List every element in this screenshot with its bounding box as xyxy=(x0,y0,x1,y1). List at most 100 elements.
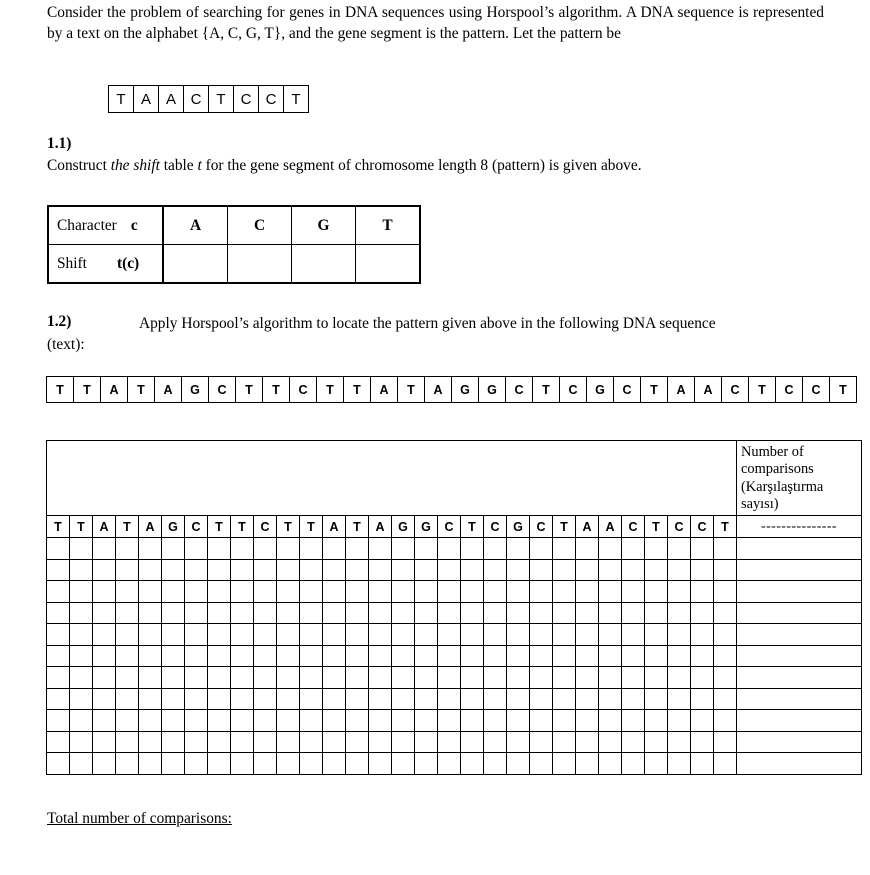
work-table-answer-cell[interactable] xyxy=(322,601,346,624)
work-table-answer-cell[interactable] xyxy=(184,730,208,753)
work-table-answer-cell[interactable] xyxy=(414,666,438,689)
work-table-answer-cell[interactable] xyxy=(667,644,691,667)
work-table-answer-cell[interactable] xyxy=(207,709,231,732)
comparisons-answer-cell[interactable] xyxy=(736,666,862,689)
work-table-answer-cell[interactable] xyxy=(598,687,622,710)
work-table-answer-cell[interactable] xyxy=(92,644,116,667)
work-table-answer-cell[interactable] xyxy=(345,558,369,581)
work-table-answer-cell[interactable] xyxy=(46,666,70,689)
work-table-answer-cell[interactable] xyxy=(253,709,277,732)
work-table-answer-cell[interactable] xyxy=(713,752,737,775)
work-table-answer-cell[interactable] xyxy=(46,644,70,667)
work-table-answer-cell[interactable] xyxy=(575,644,599,667)
work-table-answer-cell[interactable] xyxy=(322,687,346,710)
work-table-answer-cell[interactable] xyxy=(138,623,162,646)
work-table-answer-cell[interactable] xyxy=(92,623,116,646)
work-table-answer-cell[interactable] xyxy=(529,709,553,732)
work-table-answer-cell[interactable] xyxy=(161,537,185,560)
work-table-answer-cell[interactable] xyxy=(690,601,714,624)
work-table-answer-cell[interactable] xyxy=(506,558,530,581)
work-table-answer-cell[interactable] xyxy=(644,644,668,667)
work-table-answer-cell[interactable] xyxy=(299,580,323,603)
work-table-answer-cell[interactable] xyxy=(529,623,553,646)
work-table-answer-cell[interactable] xyxy=(506,730,530,753)
work-table-answer-cell[interactable] xyxy=(575,558,599,581)
work-table-answer-cell[interactable] xyxy=(460,601,484,624)
work-table-answer-cell[interactable] xyxy=(345,730,369,753)
work-table-answer-cell[interactable] xyxy=(253,730,277,753)
work-table-answer-cell[interactable] xyxy=(299,537,323,560)
work-table-answer-cell[interactable] xyxy=(276,666,300,689)
work-table-answer-cell[interactable] xyxy=(506,709,530,732)
work-table-answer-cell[interactable] xyxy=(667,580,691,603)
work-table-answer-cell[interactable] xyxy=(552,580,576,603)
work-table-answer-cell[interactable] xyxy=(184,623,208,646)
work-table-answer-cell[interactable] xyxy=(483,601,507,624)
work-table-answer-cell[interactable] xyxy=(575,601,599,624)
work-table-answer-cell[interactable] xyxy=(207,580,231,603)
work-table-answer-cell[interactable] xyxy=(345,644,369,667)
work-table-answer-cell[interactable] xyxy=(713,580,737,603)
work-table-answer-cell[interactable] xyxy=(483,644,507,667)
work-table-answer-cell[interactable] xyxy=(529,666,553,689)
work-table-answer-cell[interactable] xyxy=(46,580,70,603)
work-table-answer-cell[interactable] xyxy=(621,601,645,624)
work-table-answer-cell[interactable] xyxy=(575,687,599,710)
work-table-answer-cell[interactable] xyxy=(667,709,691,732)
work-table-answer-cell[interactable] xyxy=(552,644,576,667)
work-table-answer-cell[interactable] xyxy=(437,730,461,753)
work-table-answer-cell[interactable] xyxy=(46,601,70,624)
work-table-answer-cell[interactable] xyxy=(46,752,70,775)
work-table-answer-cell[interactable] xyxy=(552,558,576,581)
work-table-answer-cell[interactable] xyxy=(575,537,599,560)
work-table-answer-cell[interactable] xyxy=(69,537,93,560)
work-table-answer-cell[interactable] xyxy=(276,623,300,646)
work-table-answer-cell[interactable] xyxy=(483,537,507,560)
comparisons-answer-cell[interactable] xyxy=(736,709,862,732)
work-table-answer-cell[interactable] xyxy=(161,752,185,775)
work-table-answer-cell[interactable] xyxy=(276,709,300,732)
work-table-answer-cell[interactable] xyxy=(92,752,116,775)
work-table-answer-cell[interactable] xyxy=(207,752,231,775)
work-table-answer-cell[interactable] xyxy=(253,666,277,689)
work-table-answer-cell[interactable] xyxy=(253,752,277,775)
work-table-answer-cell[interactable] xyxy=(92,537,116,560)
work-table-answer-cell[interactable] xyxy=(483,580,507,603)
work-table-answer-cell[interactable] xyxy=(460,580,484,603)
comparisons-answer-cell[interactable] xyxy=(736,752,862,775)
work-table-answer-cell[interactable] xyxy=(161,730,185,753)
work-table-answer-cell[interactable] xyxy=(690,709,714,732)
work-table-answer-cell[interactable] xyxy=(460,558,484,581)
work-table-answer-cell[interactable] xyxy=(598,558,622,581)
work-table-answer-cell[interactable] xyxy=(345,580,369,603)
work-table-answer-cell[interactable] xyxy=(529,601,553,624)
work-table-answer-cell[interactable] xyxy=(115,709,139,732)
work-table-answer-cell[interactable] xyxy=(276,644,300,667)
work-table-answer-cell[interactable] xyxy=(529,537,553,560)
work-table-answer-cell[interactable] xyxy=(460,687,484,710)
work-table-answer-cell[interactable] xyxy=(575,580,599,603)
work-table-answer-cell[interactable] xyxy=(598,644,622,667)
work-table-answer-cell[interactable] xyxy=(138,537,162,560)
work-table-answer-cell[interactable] xyxy=(437,644,461,667)
work-table-answer-cell[interactable] xyxy=(322,644,346,667)
work-table-answer-cell[interactable] xyxy=(414,752,438,775)
work-table-answer-cell[interactable] xyxy=(506,687,530,710)
work-table-answer-cell[interactable] xyxy=(690,687,714,710)
work-table-answer-cell[interactable] xyxy=(598,580,622,603)
work-table-answer-cell[interactable] xyxy=(161,687,185,710)
work-table-answer-cell[interactable] xyxy=(368,558,392,581)
work-table-answer-cell[interactable] xyxy=(690,580,714,603)
work-table-answer-cell[interactable] xyxy=(644,580,668,603)
work-table-answer-cell[interactable] xyxy=(713,537,737,560)
work-table-answer-cell[interactable] xyxy=(391,730,415,753)
work-table-answer-cell[interactable] xyxy=(414,558,438,581)
work-table-answer-cell[interactable] xyxy=(299,730,323,753)
work-table-answer-cell[interactable] xyxy=(437,709,461,732)
work-table-answer-cell[interactable] xyxy=(391,558,415,581)
work-table-answer-cell[interactable] xyxy=(621,537,645,560)
work-table-answer-cell[interactable] xyxy=(414,644,438,667)
work-table-answer-cell[interactable] xyxy=(644,730,668,753)
comparisons-answer-cell[interactable] xyxy=(736,537,862,560)
work-table-answer-cell[interactable] xyxy=(414,601,438,624)
